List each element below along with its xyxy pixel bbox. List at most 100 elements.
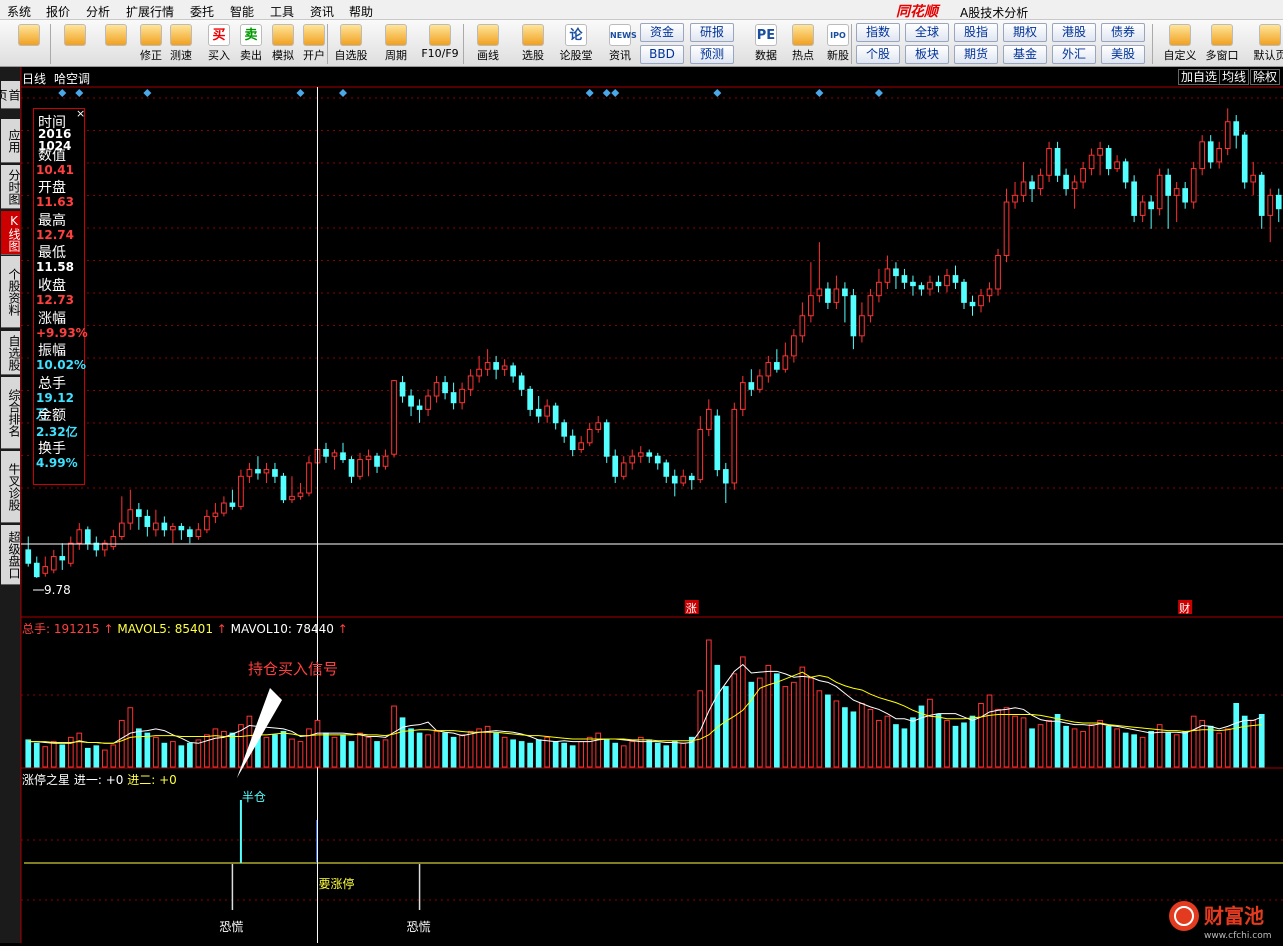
volume-bar bbox=[1148, 730, 1154, 768]
candle-body bbox=[680, 475, 687, 484]
volume-bar bbox=[535, 739, 542, 768]
indicator-name[interactable]: 哈空调 bbox=[54, 70, 90, 87]
info-value: 11.58 bbox=[36, 260, 74, 275]
candle bbox=[204, 509, 210, 534]
panic-signal-1: 恐慌 bbox=[219, 920, 244, 934]
volume-bar bbox=[101, 749, 108, 768]
volume-bar bbox=[195, 739, 202, 768]
volume-bar bbox=[1105, 725, 1112, 768]
candle-body bbox=[1148, 201, 1154, 210]
candle bbox=[280, 472, 287, 504]
candle-body bbox=[357, 459, 363, 477]
candle-body bbox=[1003, 201, 1010, 257]
add-watchlist-button[interactable]: 加自选 bbox=[1178, 69, 1221, 85]
event-marker bbox=[602, 89, 611, 97]
candle bbox=[978, 288, 984, 313]
info-key: 收盘 bbox=[38, 278, 66, 294]
candle-body bbox=[739, 382, 746, 410]
chart-canvas[interactable]: 涨财 bbox=[0, 0, 1283, 943]
candle bbox=[842, 282, 848, 323]
volume-bar bbox=[782, 686, 789, 768]
candle bbox=[33, 556, 40, 578]
candle-body bbox=[425, 395, 431, 410]
candle-body bbox=[1012, 194, 1018, 203]
candle bbox=[50, 549, 57, 574]
candle bbox=[697, 416, 704, 483]
candle-body bbox=[1216, 148, 1223, 163]
volume-bar bbox=[1097, 719, 1103, 768]
candle bbox=[510, 362, 516, 383]
candle bbox=[825, 282, 831, 310]
volume-bars bbox=[25, 639, 1265, 768]
volume-header: 总手: 191215 ↑ MAVOL5: 85401 ↑ MAVOL10: 78… bbox=[22, 622, 348, 636]
volume-bar bbox=[654, 742, 661, 768]
event-marker bbox=[339, 89, 348, 97]
ma-button[interactable]: 均线 bbox=[1219, 69, 1250, 85]
candle bbox=[391, 379, 397, 458]
candle bbox=[382, 449, 389, 470]
candle bbox=[910, 275, 916, 296]
volume-bar bbox=[1012, 715, 1018, 768]
candle-body bbox=[646, 452, 653, 457]
candle bbox=[331, 449, 338, 470]
info-value: 10.02% bbox=[36, 358, 86, 373]
candle-body bbox=[280, 475, 287, 501]
candle-body bbox=[1131, 181, 1137, 216]
volume-bar bbox=[808, 677, 814, 768]
candle-body bbox=[637, 452, 644, 457]
candle bbox=[808, 262, 814, 323]
volume-bar bbox=[1173, 734, 1180, 768]
candle bbox=[637, 446, 644, 463]
period-label[interactable]: 日线 bbox=[22, 70, 46, 87]
panic-signal-2: 恐慌 bbox=[406, 920, 431, 934]
ex-rights-button[interactable]: 除权 bbox=[1250, 69, 1281, 85]
candle-body bbox=[714, 415, 721, 471]
candle-body bbox=[25, 549, 32, 564]
candle-body bbox=[467, 375, 474, 390]
candle bbox=[1063, 168, 1069, 196]
candle bbox=[961, 278, 967, 310]
candle bbox=[544, 399, 551, 423]
candle-body bbox=[927, 281, 933, 290]
candle bbox=[416, 399, 423, 423]
volume-bar bbox=[842, 707, 848, 768]
volume-bar bbox=[876, 719, 882, 768]
candle-body bbox=[1037, 174, 1044, 190]
volume-bar bbox=[33, 742, 40, 768]
volume-bar bbox=[459, 734, 465, 768]
close-icon[interactable]: × bbox=[76, 107, 85, 120]
candle-body bbox=[612, 455, 619, 477]
candle bbox=[552, 402, 559, 430]
candle bbox=[893, 262, 899, 289]
volume-bar bbox=[493, 732, 499, 768]
info-key: 振幅 bbox=[38, 343, 66, 360]
candle-body bbox=[1190, 168, 1197, 203]
candle-body bbox=[306, 462, 312, 494]
candle-body bbox=[67, 542, 74, 564]
event-marker bbox=[143, 89, 152, 97]
volume-bar bbox=[374, 741, 380, 768]
info-value: +9.93% bbox=[36, 325, 88, 340]
info-value: 11.63 bbox=[36, 195, 74, 210]
candle bbox=[433, 375, 440, 403]
candle-body bbox=[663, 462, 670, 477]
volume-bar bbox=[791, 681, 797, 768]
volume-bar bbox=[527, 742, 533, 768]
volume-bar bbox=[50, 741, 57, 768]
volume-bar bbox=[59, 744, 66, 768]
candle bbox=[986, 282, 993, 303]
candle-body bbox=[297, 492, 304, 497]
candle-body bbox=[484, 362, 491, 370]
info-panel: × 时间 2016 1024 数值 10.41 开盘 11.63 最高 12.74 最低 11.58… bbox=[33, 107, 88, 485]
candle bbox=[1080, 161, 1086, 189]
volume-bar bbox=[204, 734, 210, 768]
candle-body bbox=[944, 275, 950, 287]
volume-bar bbox=[357, 732, 363, 768]
volume-bar bbox=[365, 736, 372, 768]
limit-up-signal: 要涨停 bbox=[318, 877, 355, 891]
volume-bar bbox=[93, 745, 100, 768]
volume-bar bbox=[680, 742, 687, 768]
candle bbox=[467, 369, 474, 397]
candle-body bbox=[603, 422, 610, 457]
info-value: 4.99% bbox=[36, 456, 78, 470]
